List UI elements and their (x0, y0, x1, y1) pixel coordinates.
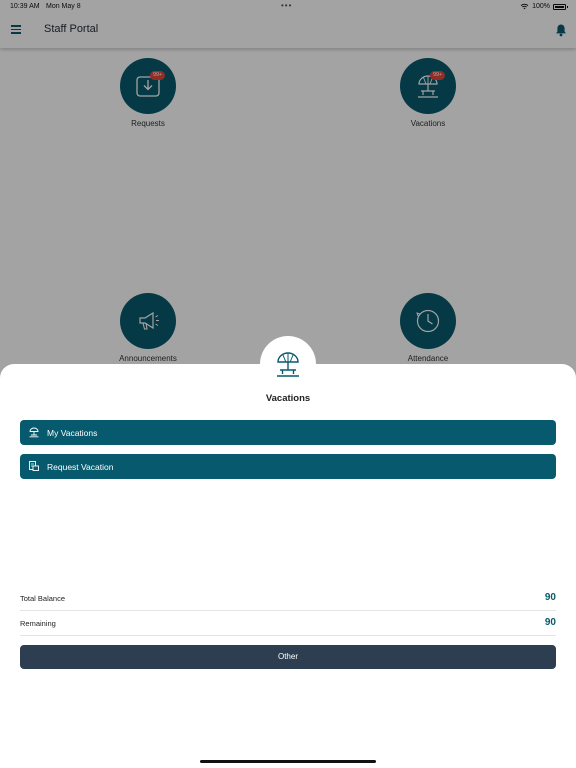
remaining-value: 90 (544, 617, 556, 628)
other-button[interactable]: Other (20, 645, 556, 669)
summary-row-remaining: Remaining 90 (20, 612, 556, 636)
request-form-icon (29, 461, 39, 471)
my-vacations-label: My Vacations (47, 428, 98, 438)
remaining-label: Remaining (20, 619, 56, 628)
total-balance-label: Total Balance (20, 594, 66, 603)
home-indicator[interactable] (200, 760, 376, 763)
total-balance-value: 90 (544, 592, 556, 603)
request-vacation-button[interactable]: Request Vacation (20, 454, 556, 479)
my-vacations-button[interactable]: My Vacations (20, 420, 556, 445)
sheet-title: Vacations (265, 393, 311, 404)
beach-umbrella-chair-icon (277, 352, 299, 377)
summary-row-total-balance: Total Balance 90 (20, 587, 556, 611)
sheet-icon-badge (260, 336, 316, 392)
beach-umbrella-icon (29, 427, 39, 438)
request-vacation-label: Request Vacation (47, 462, 114, 472)
